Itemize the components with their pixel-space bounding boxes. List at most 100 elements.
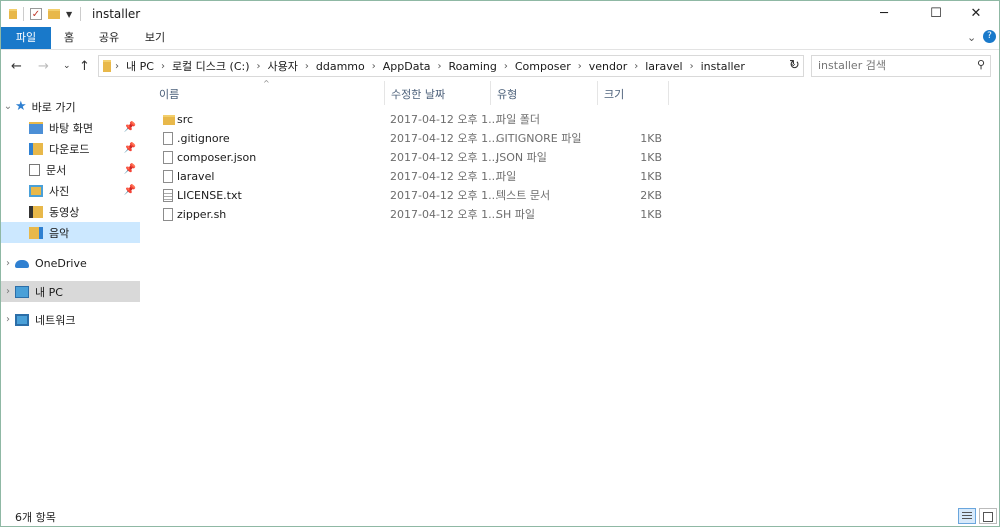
breadcrumb-composer[interactable]: Composer: [512, 60, 574, 73]
nav-quick-access[interactable]: ⌄ ★ 바로 가기: [1, 96, 140, 117]
nav-item-this-pc[interactable]: › 내 PC: [1, 281, 140, 302]
nav-label: 사진: [49, 184, 70, 198]
chevron-right-icon[interactable]: ›: [1, 258, 15, 269]
column-divider[interactable]: [668, 81, 669, 105]
tab-share[interactable]: 공유: [95, 27, 123, 49]
chevron-right-icon[interactable]: ›: [500, 61, 512, 72]
column-header-type[interactable]: 유형: [497, 84, 517, 106]
file-name: composer.json: [177, 151, 257, 164]
chevron-right-icon[interactable]: ›: [686, 61, 698, 72]
nav-item-pictures[interactable]: 사진 📌: [1, 180, 140, 201]
column-header-size[interactable]: 크기: [604, 84, 624, 106]
file-name: src: [177, 113, 194, 126]
file-name: .gitignore: [177, 132, 230, 145]
chevron-right-icon[interactable]: ›: [434, 61, 446, 72]
nav-label: OneDrive: [35, 257, 87, 270]
chevron-right-icon[interactable]: ›: [157, 61, 169, 72]
divider: [80, 7, 82, 21]
breadcrumb-vendor[interactable]: vendor: [586, 60, 630, 73]
new-folder-icon[interactable]: [48, 9, 60, 19]
tab-home[interactable]: 홈: [57, 27, 81, 49]
column-divider[interactable]: [597, 81, 598, 105]
column-header-name[interactable]: 이름: [159, 84, 179, 106]
minimize-button[interactable]: ─: [861, 1, 907, 27]
file-row[interactable]: .gitignore 2017-04-12 오후 1... GITIGNORE …: [159, 129, 759, 148]
breadcrumb-appdata[interactable]: AppData: [380, 60, 434, 73]
nav-item-music[interactable]: 음악: [1, 222, 140, 243]
search-icon[interactable]: ⚲: [977, 58, 985, 71]
breadcrumb-roaming[interactable]: Roaming: [446, 60, 500, 73]
chevron-right-icon[interactable]: ›: [368, 61, 380, 72]
file-row[interactable]: LICENSE.txt 2017-04-12 오후 1... 텍스트 문서 2K…: [159, 186, 759, 205]
chevron-down-icon[interactable]: ⌄: [1, 101, 15, 112]
nav-item-onedrive[interactable]: › OneDrive: [1, 253, 140, 274]
nav-label: 문서: [46, 163, 67, 177]
nav-item-documents[interactable]: 문서 📌: [1, 159, 140, 180]
file-row[interactable]: laravel 2017-04-12 오후 1... 파일 1KB: [159, 167, 759, 186]
nav-label: 다운로드: [49, 142, 90, 156]
chevron-right-icon[interactable]: ›: [1, 286, 15, 297]
file-name: LICENSE.txt: [177, 189, 242, 202]
chevron-right-icon[interactable]: ›: [574, 61, 586, 72]
chevron-right-icon[interactable]: ›: [1, 314, 15, 325]
breadcrumb-local-disk[interactable]: 로컬 디스크 (C:): [169, 58, 253, 74]
star-icon: ★: [15, 99, 27, 114]
search-input[interactable]: [818, 59, 968, 72]
chevron-right-icon[interactable]: ›: [111, 61, 123, 72]
pin-icon: 📌: [123, 122, 136, 133]
network-icon: [15, 313, 29, 326]
back-button[interactable]: ←: [11, 59, 22, 74]
address-bar[interactable]: › 내 PC › 로컬 디스크 (C:) › 사용자 › ddammo › Ap…: [98, 55, 804, 77]
breadcrumb-user[interactable]: ddammo: [313, 60, 368, 73]
file-size: 1KB: [640, 208, 662, 221]
close-button[interactable]: ✕: [953, 1, 999, 27]
forward-button[interactable]: →: [38, 59, 49, 74]
file-size: [609, 110, 662, 129]
file-type: 파일: [496, 170, 517, 183]
chevron-right-icon[interactable]: ›: [253, 61, 265, 72]
nav-item-videos[interactable]: 동영상: [1, 201, 140, 222]
details-view-button[interactable]: [958, 508, 976, 524]
item-count: 6개 항목: [15, 511, 56, 524]
nav-item-downloads[interactable]: 다운로드 📌: [1, 138, 140, 159]
chevron-right-icon[interactable]: ›: [301, 61, 313, 72]
breadcrumb-installer[interactable]: installer: [698, 60, 748, 73]
qa-dropdown-icon[interactable]: ▼: [66, 10, 72, 19]
nav-item-desktop[interactable]: 바탕 화면 📌: [1, 117, 140, 138]
title-bar: ✓ ▼ installer ─ ☐ ✕: [1, 1, 999, 27]
pin-icon: 📌: [123, 185, 136, 196]
tab-view[interactable]: 보기: [141, 27, 169, 49]
breadcrumb-this-pc[interactable]: 내 PC: [123, 58, 157, 74]
help-icon[interactable]: ?: [983, 30, 996, 43]
cloud-icon: [15, 259, 29, 268]
file-row[interactable]: zipper.sh 2017-04-12 오후 1... SH 파일 1KB: [159, 205, 759, 224]
status-bar: 6개 항목: [1, 505, 999, 526]
nav-item-network[interactable]: › 네트워크: [1, 309, 140, 330]
pin-icon: 📌: [123, 143, 136, 154]
properties-check-icon[interactable]: ✓: [30, 8, 42, 20]
quick-access-toolbar: ✓ ▼: [9, 6, 82, 22]
column-header-date[interactable]: 수정한 날짜: [391, 84, 445, 106]
file-type: JSON 파일: [496, 151, 547, 164]
file-row[interactable]: src 2017-04-12 오후 1... 파일 폴더: [159, 110, 759, 129]
column-divider[interactable]: [490, 81, 491, 105]
file-icon: [163, 170, 173, 183]
recent-locations-icon[interactable]: ⌄: [63, 61, 71, 71]
downloads-folder-icon: [29, 142, 43, 155]
tab-file[interactable]: 파일: [1, 27, 51, 49]
file-row[interactable]: composer.json 2017-04-12 오후 1... JSON 파일…: [159, 148, 759, 167]
breadcrumb-laravel[interactable]: laravel: [642, 60, 685, 73]
ribbon-tabs: 파일 홈 공유 보기 ⌄ ?: [1, 27, 999, 50]
computer-icon: [15, 285, 29, 298]
file-date: 2017-04-12 오후 1...: [390, 113, 499, 126]
refresh-button[interactable]: ↻: [789, 58, 800, 73]
expand-ribbon-icon[interactable]: ⌄: [967, 31, 976, 44]
chevron-right-icon[interactable]: ›: [630, 61, 642, 72]
column-divider[interactable]: [384, 81, 385, 105]
nav-label: 동영상: [49, 205, 80, 219]
file-icon: [163, 208, 173, 221]
large-icons-view-button[interactable]: [979, 508, 997, 524]
search-box[interactable]: ⚲: [811, 55, 991, 77]
breadcrumb-users[interactable]: 사용자: [265, 58, 301, 74]
up-button[interactable]: ↑: [79, 59, 90, 74]
